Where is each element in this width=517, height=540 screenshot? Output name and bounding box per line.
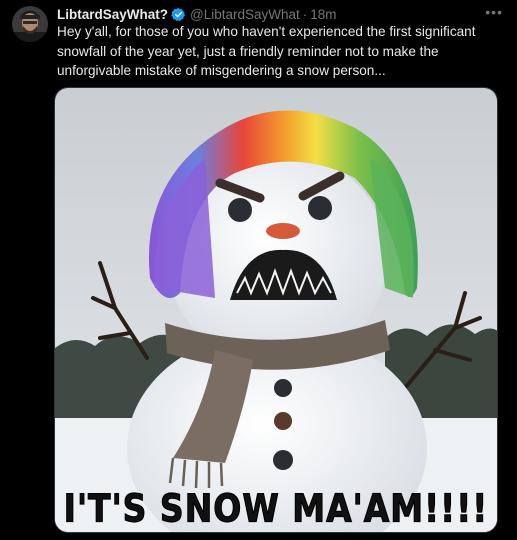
verified-badge-icon (171, 7, 186, 22)
tweet-text: Hey y'all, for those of you who haven't … (57, 24, 476, 78)
display-name[interactable]: LibtardSayWhat? (57, 7, 168, 22)
meme-caption: I'T'S SNOW MA'AM!!!! (63, 486, 489, 532)
separator-dot: · (302, 6, 308, 22)
tweet-header: LibtardSayWhat? @LibtardSayWhat · 18m (57, 5, 507, 23)
tweet: LibtardSayWhat? @LibtardSayWhat · 18m ••… (0, 0, 517, 540)
user-handle[interactable]: @LibtardSayWhat (190, 7, 300, 22)
more-horizontal-icon[interactable]: ••• (485, 4, 503, 20)
avatar[interactable] (12, 6, 48, 42)
post-timestamp[interactable]: 18m (310, 7, 336, 22)
post-image[interactable]: I'T'S SNOW MA'AM!!!! (54, 87, 498, 533)
